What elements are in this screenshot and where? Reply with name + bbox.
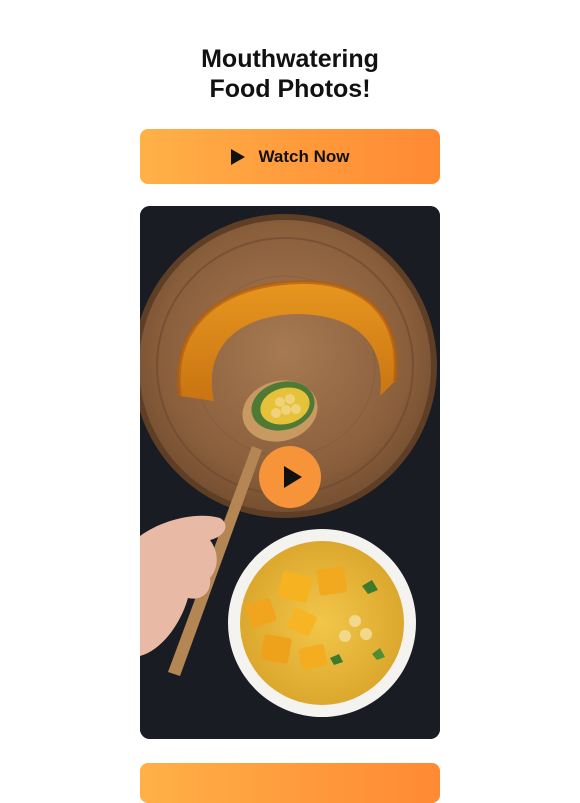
page-title: Mouthwatering Food Photos! xyxy=(0,44,580,104)
page-title-line-1: Mouthwatering xyxy=(201,45,379,73)
food-photo[interactable] xyxy=(140,206,440,739)
page-title-line-2: Food Photos! xyxy=(209,75,371,103)
play-icon xyxy=(283,466,302,488)
bottom-cta-button[interactable] xyxy=(140,763,440,803)
watch-now-button[interactable]: Watch Now xyxy=(140,129,440,184)
watch-now-label: Watch Now xyxy=(258,146,350,166)
video-play-button[interactable] xyxy=(259,446,321,508)
play-icon xyxy=(230,148,245,165)
